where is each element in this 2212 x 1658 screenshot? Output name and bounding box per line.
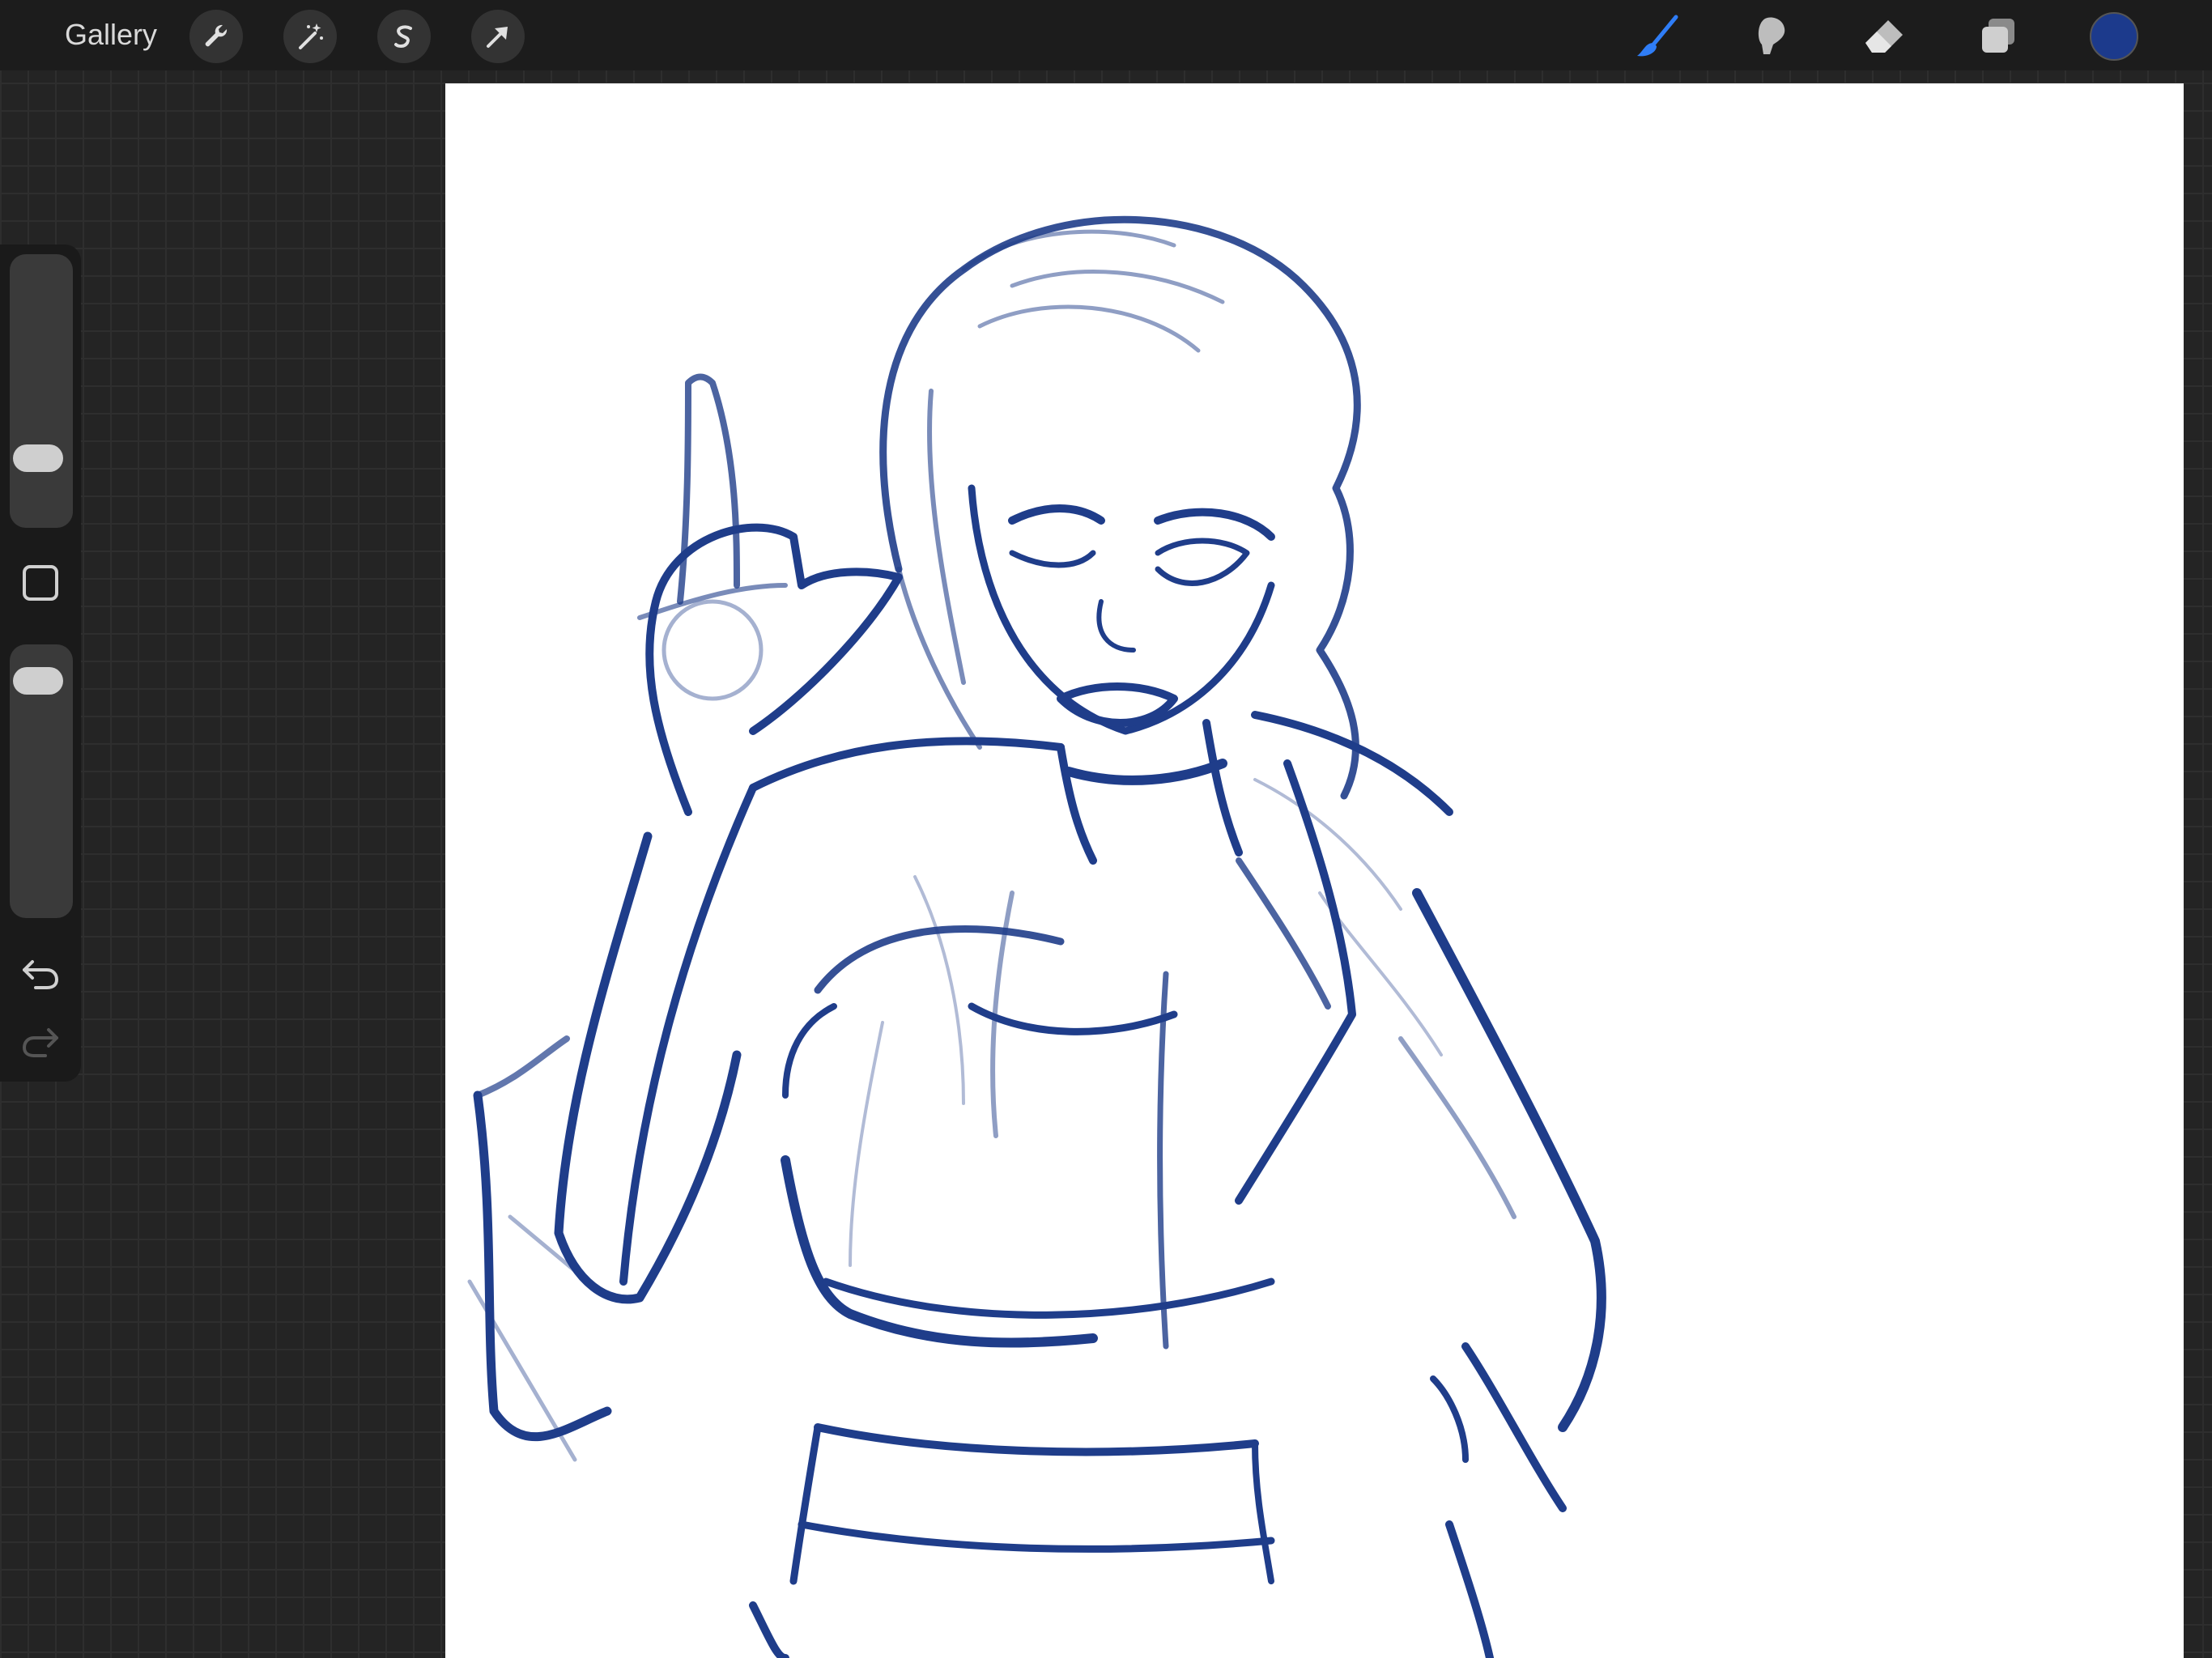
selection-s-icon — [394, 25, 412, 48]
eraser-icon — [1865, 20, 1903, 53]
drawing-canvas[interactable] — [445, 83, 2184, 1658]
wrench-icon — [205, 24, 228, 47]
modify-button[interactable] — [23, 565, 58, 601]
sketch-drawing — [467, 215, 1606, 1658]
smudge-tool[interactable] — [1745, 10, 1798, 63]
transform-button[interactable] — [471, 10, 525, 63]
brush-size-thumb[interactable] — [13, 444, 63, 472]
undo-icon[interactable] — [18, 950, 63, 996]
arrow-cursor-icon — [487, 27, 508, 48]
left-sidebar — [0, 244, 81, 1082]
redo-icon[interactable] — [18, 1018, 63, 1064]
top-toolbar: Gallery — [0, 0, 2212, 70]
brush-icon — [1637, 15, 1678, 57]
opacity-slider[interactable] — [10, 644, 73, 918]
gallery-button[interactable]: Gallery — [65, 15, 157, 55]
actions-button[interactable] — [189, 10, 243, 63]
layers-tool[interactable] — [1972, 10, 2025, 63]
brush-size-slider[interactable] — [10, 254, 73, 528]
smudge-icon — [1758, 17, 1785, 54]
opacity-thumb[interactable] — [13, 666, 63, 695]
magic-wand-icon — [299, 23, 323, 49]
layers-icon — [1982, 19, 2014, 53]
adjustments-button[interactable] — [283, 10, 337, 63]
eraser-tool[interactable] — [1858, 10, 1912, 63]
brush-tool[interactable] — [1631, 10, 1685, 63]
selection-button[interactable] — [377, 10, 431, 63]
color-picker-button[interactable] — [2090, 12, 2138, 61]
